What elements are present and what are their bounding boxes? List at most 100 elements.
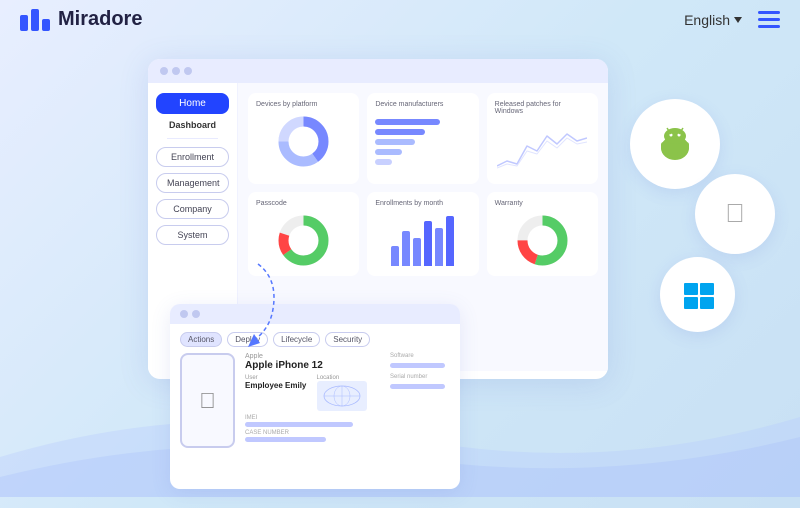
bar-row-1 bbox=[375, 119, 470, 125]
mobile-titlebar-dot bbox=[180, 310, 188, 318]
filter-lifecycle[interactable]: Lifecycle bbox=[273, 332, 320, 347]
device-card:  Apple Apple iPhone 12 User Employee Em… bbox=[180, 353, 450, 448]
bar-fill-4 bbox=[375, 149, 402, 155]
device-brand-label: Apple bbox=[245, 353, 380, 360]
logo-area: Miradore bbox=[20, 8, 142, 31]
col-bar-5 bbox=[435, 228, 443, 266]
imei-label: IMEI bbox=[245, 415, 380, 421]
widget-chart-devices bbox=[256, 114, 351, 169]
hamburger-line-2 bbox=[758, 18, 780, 21]
widget-passcode: Passcode bbox=[248, 192, 359, 276]
column-chart-enrollments bbox=[391, 216, 454, 266]
location-info-block: Location bbox=[317, 375, 381, 411]
device-name: Apple iPhone 12 bbox=[245, 360, 380, 371]
titlebar-dots bbox=[160, 67, 192, 75]
filter-security[interactable]: Security bbox=[325, 332, 370, 347]
widget-enrollments: Enrollments by month bbox=[367, 192, 478, 276]
language-label: English bbox=[684, 12, 730, 28]
widget-chart-patches bbox=[495, 121, 590, 176]
case-number-bar bbox=[245, 437, 326, 442]
widget-device-manufacturers: Device manufacturers bbox=[367, 93, 478, 184]
titlebar-dot-3 bbox=[184, 67, 192, 75]
user-info-block: User Employee Emily bbox=[245, 375, 309, 411]
android-icon bbox=[649, 118, 701, 170]
donut-chart-warranty bbox=[515, 213, 570, 268]
sidebar-item-system[interactable]: System bbox=[156, 225, 229, 245]
bar-row-3 bbox=[375, 139, 470, 145]
map-svg bbox=[322, 384, 362, 409]
apple-icon:  bbox=[711, 190, 759, 238]
hamburger-line-1 bbox=[758, 11, 780, 14]
apple-logo-icon:  bbox=[199, 388, 216, 414]
sidebar-item-management[interactable]: Management bbox=[156, 173, 229, 193]
col-bar-1 bbox=[391, 246, 399, 266]
sidebar-item-enrollment[interactable]: Enrollment bbox=[156, 147, 229, 167]
widget-released-patches: Released patches for Windows bbox=[487, 93, 598, 184]
line-chart-patches bbox=[497, 126, 587, 171]
bar-fill-1 bbox=[375, 119, 440, 125]
logo-icon bbox=[20, 9, 50, 31]
widget-title-patches: Released patches for Windows bbox=[495, 101, 590, 115]
case-number-label: CASE NUMBER bbox=[245, 430, 380, 436]
widgets-grid: Devices by platform bbox=[248, 93, 598, 276]
home-button[interactable]: Home bbox=[156, 93, 229, 114]
detail-rows: IMEI CASE NUMBER bbox=[245, 415, 380, 442]
main-content: Home Dashboard Enrollment Management Com… bbox=[0, 39, 800, 497]
col-bar-3 bbox=[413, 238, 421, 266]
widget-chart-warranty bbox=[495, 213, 590, 268]
mobile-body: Actions Deploy Lifecycle Security  Appl… bbox=[170, 324, 460, 456]
col-bar-2 bbox=[402, 231, 410, 266]
android-circle bbox=[630, 99, 720, 189]
sidebar-divider-1 bbox=[167, 138, 218, 139]
apple-circle:  bbox=[695, 174, 775, 254]
widget-title-manufacturers: Device manufacturers bbox=[375, 101, 470, 108]
filter-deploy[interactable]: Deploy bbox=[227, 332, 268, 347]
mobile-titlebar bbox=[170, 304, 460, 324]
hamburger-menu-icon[interactable] bbox=[758, 11, 780, 28]
header-right: English bbox=[684, 11, 780, 28]
svg-text::  bbox=[725, 198, 745, 228]
logo-bar-1 bbox=[20, 15, 28, 31]
window-titlebar bbox=[148, 59, 608, 83]
bar-row-4 bbox=[375, 149, 470, 155]
widget-title-passcode: Passcode bbox=[256, 200, 351, 207]
widget-title-warranty: Warranty bbox=[495, 200, 590, 207]
widget-title-devices: Devices by platform bbox=[256, 101, 351, 108]
bar-fill-2 bbox=[375, 129, 425, 135]
widget-chart-manufacturers bbox=[375, 114, 470, 169]
bar-row-2 bbox=[375, 129, 470, 135]
header: Miradore English bbox=[0, 0, 800, 39]
extra-info-col: Software Serial number bbox=[390, 353, 450, 392]
device-phone-image:  bbox=[180, 353, 235, 448]
chevron-down-icon bbox=[734, 17, 742, 23]
bar-fill-3 bbox=[375, 139, 415, 145]
bar-row-5 bbox=[375, 159, 470, 165]
software-bar bbox=[390, 363, 445, 368]
mobile-titlebar-dot-2 bbox=[192, 310, 200, 318]
language-selector[interactable]: English bbox=[684, 12, 742, 28]
windows-icon bbox=[676, 273, 720, 317]
sidebar-dashboard-label: Dashboard bbox=[169, 120, 216, 130]
sidebar-item-company[interactable]: Company bbox=[156, 199, 229, 219]
serial-bar bbox=[390, 384, 445, 389]
donut-chart-passcode bbox=[276, 213, 331, 268]
filter-actions[interactable]: Actions bbox=[180, 332, 222, 347]
widget-devices-by-platform: Devices by platform bbox=[248, 93, 359, 184]
col-bar-4 bbox=[424, 221, 432, 266]
donut-chart-devices bbox=[276, 114, 331, 169]
device-info-row: User Employee Emily Location bbox=[245, 375, 380, 411]
device-info: Apple Apple iPhone 12 User Employee Emil… bbox=[245, 353, 380, 445]
logo-bar-2 bbox=[31, 9, 39, 31]
user-value: Employee Emily bbox=[245, 381, 309, 390]
widget-warranty: Warranty bbox=[487, 192, 598, 276]
filter-row: Actions Deploy Lifecycle Security bbox=[180, 332, 450, 347]
mobile-window: Actions Deploy Lifecycle Security  Appl… bbox=[170, 304, 460, 489]
imei-bar bbox=[245, 422, 353, 427]
logo-text: Miradore bbox=[58, 8, 142, 31]
windows-circle bbox=[660, 257, 735, 332]
bar-fill-5 bbox=[375, 159, 392, 165]
widget-chart-passcode bbox=[256, 213, 351, 268]
widget-title-enrollments: Enrollments by month bbox=[375, 200, 470, 207]
titlebar-dot-1 bbox=[160, 67, 168, 75]
bar-chart-horizontal bbox=[375, 119, 470, 165]
